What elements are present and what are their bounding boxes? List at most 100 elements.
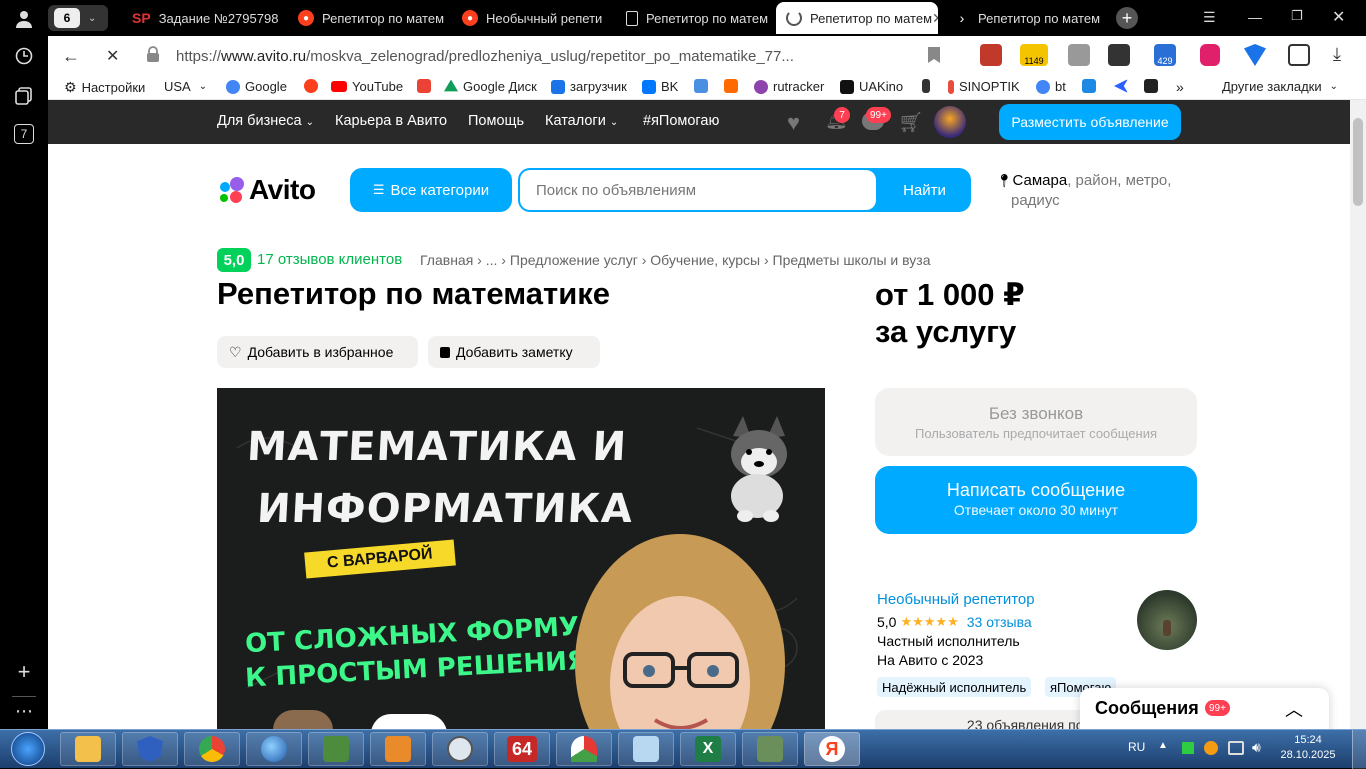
taskbar-device-manager[interactable] bbox=[308, 732, 364, 766]
tray-expand-icon[interactable]: ▲ bbox=[1158, 740, 1168, 751]
lock-icon[interactable] bbox=[146, 46, 160, 62]
breadcrumb-education[interactable]: Обучение, курсы bbox=[650, 252, 760, 268]
nav-business[interactable]: Для бизнеса ⌄ bbox=[217, 113, 314, 129]
bookmark-arrow[interactable] bbox=[1114, 79, 1133, 93]
tray-green-icon[interactable] bbox=[1182, 742, 1194, 754]
reviews-link[interactable]: 17 отзывов клиентов bbox=[257, 251, 402, 268]
scrollbar-thumb[interactable] bbox=[1353, 118, 1363, 206]
bookmark-usa[interactable]: USA ⌄ bbox=[164, 79, 207, 94]
avito-logo[interactable]: Avito bbox=[217, 174, 316, 206]
language-indicator[interactable]: RU bbox=[1128, 740, 1145, 754]
listing-photo[interactable]: МАТЕМАТИКА И ИНФОРМАТИКА С ВАРВАРОЙ ОТ С… bbox=[217, 388, 825, 729]
dark-extension-icon[interactable] bbox=[1108, 44, 1130, 66]
taskbar-security[interactable] bbox=[122, 732, 178, 766]
cart-icon[interactable]: 🛒︎ bbox=[898, 110, 923, 135]
bookmark-loader[interactable]: загрузчик bbox=[551, 79, 627, 94]
taskbar-monitor[interactable] bbox=[742, 732, 798, 766]
nav-help[interactable]: Помощь bbox=[468, 113, 524, 129]
network-icon[interactable] bbox=[1228, 741, 1244, 755]
user-avatar[interactable] bbox=[934, 106, 966, 138]
bookmark-uakino[interactable]: UAKino bbox=[840, 79, 903, 94]
history-icon[interactable] bbox=[12, 44, 36, 68]
bookmark-f[interactable] bbox=[724, 79, 743, 93]
bookmark-p[interactable] bbox=[1082, 79, 1101, 93]
close-window-icon[interactable]: ✕ bbox=[1332, 7, 1345, 27]
bookmark-google-drive[interactable]: Google Диск bbox=[444, 79, 537, 94]
taskbar-clock[interactable] bbox=[432, 732, 488, 766]
search-input[interactable]: Поиск по объявлениям bbox=[520, 170, 876, 210]
bookmark-bc[interactable] bbox=[1144, 79, 1163, 93]
all-categories-button[interactable]: ☰ Все категории bbox=[350, 168, 512, 212]
breadcrumb-ellipsis[interactable]: ... bbox=[486, 252, 498, 268]
taskbar-excel[interactable]: X bbox=[680, 732, 736, 766]
menu-icon[interactable]: ☰ bbox=[1203, 9, 1216, 26]
taskbar-media[interactable] bbox=[370, 732, 426, 766]
seller-avatar[interactable] bbox=[1137, 590, 1197, 650]
tab-2[interactable]: ● Репетитор по матем bbox=[288, 2, 444, 34]
reliable-badge[interactable]: Надёжный исполнитель bbox=[877, 677, 1032, 697]
write-message-button[interactable]: Написать сообщение Отвечает около 30 мин… bbox=[875, 466, 1197, 534]
bookmark-dollar[interactable] bbox=[922, 79, 935, 93]
ublock-extension-icon[interactable] bbox=[980, 44, 1002, 66]
post-ad-button[interactable]: Разместить объявление bbox=[999, 104, 1181, 140]
profile-icon[interactable] bbox=[12, 7, 36, 31]
start-button[interactable] bbox=[3, 730, 53, 768]
tab-3[interactable]: ● Необычный репети bbox=[452, 2, 608, 34]
messages-widget[interactable]: Сообщения 99+ ︿ bbox=[1080, 688, 1329, 729]
bookmark-sinoptik[interactable]: SINOPTIK bbox=[948, 79, 1020, 94]
taskbar-explorer[interactable] bbox=[60, 732, 116, 766]
tab-5-active[interactable]: Репетитор по матем ✕ bbox=[776, 2, 938, 34]
location-selector[interactable]: 📍︎Самара, район, метро, радиус bbox=[996, 171, 1171, 211]
minimize-icon[interactable]: — bbox=[1248, 9, 1262, 25]
stop-loading-icon[interactable]: ✕ bbox=[106, 46, 119, 66]
add-favorite-button[interactable]: ♡ Добавить в избранное bbox=[217, 336, 418, 368]
nav-ya-pomogayu[interactable]: #яПомогаю bbox=[643, 113, 719, 129]
new-tab-button[interactable]: + bbox=[1116, 7, 1138, 29]
bookmark-yandex[interactable] bbox=[304, 79, 323, 93]
puzzle-extension-icon[interactable] bbox=[1288, 44, 1310, 66]
breadcrumb-services[interactable]: Предложение услуг bbox=[510, 252, 638, 268]
taskbar-chrome[interactable] bbox=[184, 732, 240, 766]
more-icon[interactable]: ⋯ bbox=[12, 699, 36, 723]
diamond-extension-icon[interactable] bbox=[1244, 44, 1266, 66]
bookmark-bt[interactable]: bt bbox=[1036, 79, 1066, 94]
bookmark-vk[interactable]: BK bbox=[642, 79, 678, 94]
tab-4[interactable]: Репетитор по матем bbox=[616, 2, 772, 34]
tray-app-icon[interactable] bbox=[1204, 741, 1218, 755]
taskbar-yandex-browser[interactable]: Я bbox=[804, 732, 860, 766]
restore-icon[interactable]: ❐ bbox=[1291, 8, 1303, 24]
favorites-heart-icon[interactable]: ♥ bbox=[787, 110, 800, 136]
clock[interactable]: 15:24 28.10.2025 bbox=[1280, 733, 1336, 763]
shield-extension-icon[interactable] bbox=[1200, 44, 1220, 66]
toolbox-extension-icon[interactable] bbox=[1068, 44, 1090, 66]
taskbar-notepad[interactable] bbox=[618, 732, 674, 766]
add-note-button[interactable]: Добавить заметку bbox=[428, 336, 600, 368]
page-scrollbar[interactable] bbox=[1350, 100, 1366, 729]
volume-icon[interactable]: 🔊︎ bbox=[1252, 739, 1261, 756]
nav-catalogs[interactable]: Каталоги ⌄ bbox=[545, 113, 618, 129]
add-panel-icon[interactable]: + bbox=[12, 659, 36, 684]
calendar-extension-icon[interactable]: 429 bbox=[1154, 44, 1176, 66]
seller-reviews-link[interactable]: 33 отзыва bbox=[967, 614, 1032, 630]
collections-icon[interactable] bbox=[12, 84, 36, 108]
url-field[interactable]: https://www.avito.ru/moskva_zelenograd/p… bbox=[176, 42, 956, 70]
tabs-count-icon[interactable]: 7 bbox=[14, 124, 34, 144]
more-bookmarks-icon[interactable]: » bbox=[1176, 79, 1184, 95]
seller-name-link[interactable]: Необычный репетитор bbox=[877, 591, 1035, 608]
bookmark-youtube[interactable]: YouTube bbox=[331, 79, 403, 94]
download-icon[interactable]: ⤓ bbox=[1333, 44, 1341, 65]
taskbar-globe[interactable] bbox=[246, 732, 302, 766]
taskbar-app[interactable] bbox=[556, 732, 612, 766]
counter-extension-icon[interactable]: 1149 bbox=[1020, 44, 1048, 66]
search-button[interactable]: Найти bbox=[878, 168, 971, 212]
bookmark-google[interactable]: Google bbox=[226, 79, 287, 94]
breadcrumb-home[interactable]: Главная bbox=[420, 252, 473, 268]
close-tab-icon[interactable]: ✕ bbox=[932, 10, 938, 27]
tab-6[interactable]: › Репетитор по матем bbox=[944, 2, 1104, 34]
tab-1[interactable]: SP Задание №2795798 bbox=[122, 2, 280, 34]
back-icon[interactable]: ← bbox=[62, 46, 80, 67]
nav-career[interactable]: Карьера в Авито bbox=[335, 113, 447, 129]
bookmark-gmail[interactable] bbox=[417, 79, 436, 93]
chevron-up-icon[interactable]: ︿ bbox=[1285, 696, 1303, 722]
bookmark-rutracker[interactable]: rutracker bbox=[754, 79, 824, 94]
